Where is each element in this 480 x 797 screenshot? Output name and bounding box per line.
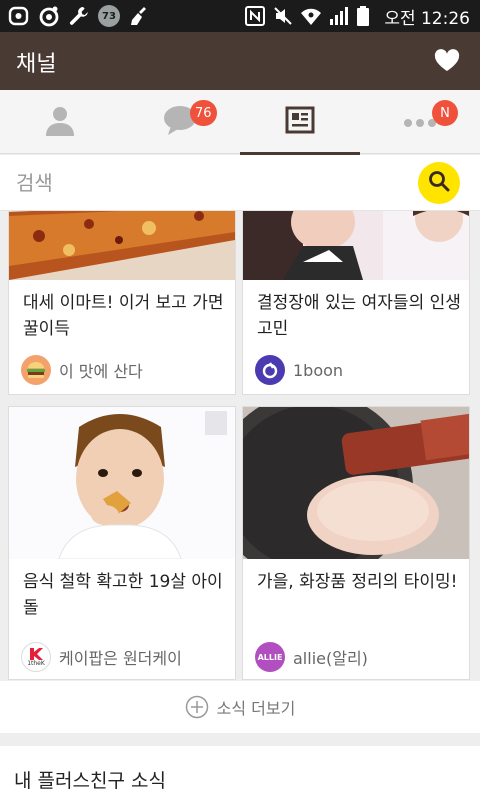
1thek-logo-text: 1theK	[27, 659, 45, 667]
more-news-button[interactable]: 소식 더보기	[0, 681, 480, 733]
news-card[interactable]: 가을, 화장품 정리의 타이밍! ALLIE allie(알리)	[242, 406, 470, 680]
status-time: 오전 12:26	[384, 8, 470, 29]
tab-friends[interactable]	[0, 90, 120, 154]
nfc-icon	[244, 5, 266, 27]
news-card[interactable]: 대세 이마트! 이거 보고 가면 꿀이득 이 맛에 산다	[8, 211, 236, 395]
kakaotalk-icon	[8, 5, 30, 27]
card-source: 1theK 케이팝은 원더케이	[21, 641, 182, 673]
person-icon	[43, 103, 77, 141]
channel-feed: 대세 이마트! 이거 보고 가면 꿀이득 이 맛에 산다 결정장애 있는 여자들…	[0, 211, 480, 797]
tab-channel[interactable]	[240, 90, 360, 155]
allie-logo-text: ALLIE	[257, 652, 283, 662]
mute-icon	[272, 5, 294, 27]
source-name: 이 맛에 산다	[59, 362, 143, 381]
1boon-logo	[255, 355, 285, 385]
news-card[interactable]: 결정장애 있는 여자들의 인생 고민 1boon	[242, 211, 470, 395]
wrench-icon	[68, 5, 90, 27]
tab-more[interactable]: N	[360, 90, 480, 154]
news-icon	[285, 106, 315, 138]
card-source: ALLIE allie(알리)	[255, 641, 368, 673]
plus-circle-icon	[185, 695, 209, 719]
allie-logo: ALLIE	[255, 642, 285, 672]
card-thumbnail	[243, 407, 469, 559]
search-icon	[428, 170, 450, 196]
more-new-badge: N	[432, 100, 458, 126]
notification-badge-icon: 73	[98, 5, 120, 27]
card-source: 이 맛에 산다	[21, 354, 143, 386]
chats-unread-badge: 76	[190, 100, 217, 126]
card-thumbnail	[243, 211, 469, 280]
tab-chats[interactable]: 76	[120, 90, 240, 154]
card-title: 음식 철학 확고한 19살 아이돌	[23, 572, 223, 618]
card-thumbnail	[9, 211, 235, 280]
section-title: 내 플러스친구 소식	[14, 770, 166, 792]
heart-icon[interactable]	[434, 49, 460, 73]
source-name: 케이팝은 원더케이	[59, 649, 182, 668]
burger-icon	[21, 355, 51, 385]
card-source: 1boon	[255, 354, 343, 386]
card-title: 대세 이마트! 이거 보고 가면 꿀이득	[23, 293, 224, 339]
app-bar: 채널	[0, 32, 480, 90]
1thek-logo: 1theK	[21, 642, 51, 672]
battery-icon	[356, 5, 378, 27]
wifi-icon	[300, 5, 322, 27]
source-name: 1boon	[293, 360, 344, 380]
kakaostory-icon	[38, 5, 60, 27]
search-bar	[0, 155, 480, 211]
source-name: allie(알리)	[293, 649, 368, 668]
card-title: 결정장애 있는 여자들의 인생 고민	[257, 293, 461, 339]
search-input[interactable]	[16, 165, 396, 201]
search-button[interactable]	[418, 162, 460, 204]
status-bar: 73 오전 12:26	[0, 0, 480, 32]
main-tabs: 76 N	[0, 90, 480, 155]
card-thumbnail	[9, 407, 235, 559]
page-title: 채널	[16, 52, 57, 77]
broom-icon	[128, 5, 150, 27]
more-news-label: 소식 더보기	[216, 699, 296, 718]
signal-icon	[328, 5, 350, 27]
card-title: 가을, 화장품 정리의 타이밍!	[257, 572, 458, 592]
plus-friends-section: 내 플러스친구 소식	[0, 746, 480, 797]
news-card[interactable]: 음식 철학 확고한 19살 아이돌 1theK 케이팝은 원더케이	[8, 406, 236, 680]
